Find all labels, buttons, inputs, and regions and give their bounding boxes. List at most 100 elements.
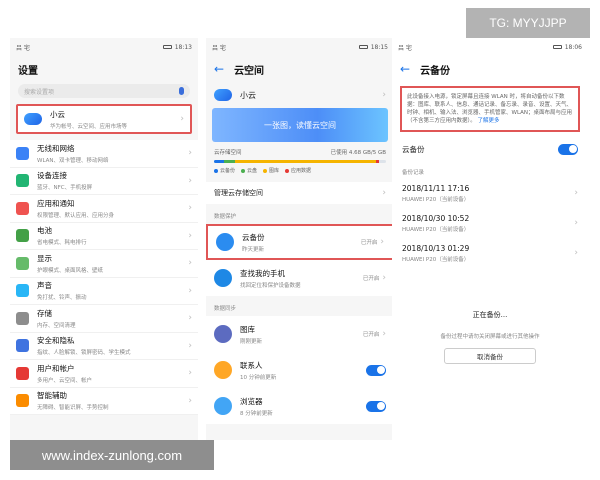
records-label: 备份记录 (402, 170, 425, 176)
settings-item-subtitle: WLAN、双卡管理、移动网络 (37, 157, 109, 164)
service-subtitle: 找回定位和保护设备数据 (240, 282, 301, 289)
settings-item[interactable]: 智能辅助 无障碍、智能识屏、手势控制 › (10, 388, 198, 415)
back-arrow-icon[interactable]: ← (214, 62, 224, 76)
record-date: 2018/11/11 17:16 (402, 183, 470, 193)
legend-item: 应用数据 (285, 167, 311, 174)
service-row[interactable]: 云备份昨天更新 已开启 › (206, 224, 394, 260)
service-title: 云备份 (242, 232, 265, 242)
settings-item-icon (16, 256, 29, 270)
settings-item-title: 应用和通知 (37, 198, 75, 208)
settings-item-subtitle: 护眼模式、桌面风格、壁纸 (37, 267, 104, 274)
record-device: HUAWEI P20（当前设备） (402, 226, 470, 233)
chevron-right-icon: › (188, 340, 192, 351)
legend-label: 图库 (269, 168, 280, 174)
backup-toggle[interactable] (558, 143, 578, 155)
page-title: 云备份 (420, 65, 451, 77)
page-header: ← 云备份 (392, 56, 588, 82)
settings-item-title: 设备连接 (37, 171, 67, 181)
cloud-icon (214, 89, 232, 101)
settings-item-title: 声音 (37, 281, 52, 291)
chevron-right-icon: › (188, 313, 192, 324)
service-row[interactable]: 浏览器 8 分钟前更新 (206, 388, 394, 424)
service-subtitle: 昨天更新 (242, 246, 265, 253)
settings-item[interactable]: 显示 护眼模式、桌面风格、壁纸 › (10, 250, 198, 278)
cloud-row-title: 小云 (50, 109, 65, 119)
storage-usage: 云存储空间 已使用 4.68 GB/5 GB 云备份 云盘 图库 应用数据 (206, 142, 394, 178)
mic-icon[interactable] (179, 87, 184, 95)
settings-item-title: 存储 (37, 308, 52, 318)
settings-item-icon (16, 201, 29, 215)
chevron-right-icon: › (188, 258, 192, 269)
sync-toggle[interactable] (366, 364, 386, 376)
chevron-right-icon: › (188, 203, 192, 214)
settings-item-subtitle: 权限管理、默认应用、应用分身 (37, 212, 115, 219)
settings-item-subtitle: 无障碍、智能识屏、手势控制 (37, 405, 109, 412)
chevron-right-icon: › (188, 230, 192, 241)
search-placeholder: 搜索设置项 (24, 88, 55, 96)
section-data-protection: 数据保护 (214, 214, 237, 220)
battery-icon (162, 45, 172, 49)
legend-label: 应用数据 (291, 168, 312, 174)
storage-segment (224, 160, 235, 163)
status-bar: 吕 宅 18:15 (206, 38, 394, 56)
storage-label: 云存储空间 (214, 150, 242, 156)
settings-item[interactable]: 电池 省电模式、耗电排行 › (10, 223, 198, 250)
settings-item-subtitle: 指纹、人脸解锁、锁屏密码、学生模式 (37, 350, 131, 357)
legend-label: 云盘 (247, 168, 258, 174)
page-title: 云空间 (234, 65, 265, 77)
cloud-icon (24, 113, 42, 125)
back-arrow-icon[interactable]: ← (400, 62, 410, 76)
settings-item[interactable]: 存储 内存、空间清理 › (10, 305, 198, 333)
account-row[interactable]: 小云 › (206, 82, 394, 108)
search-input[interactable]: 搜索设置项 (18, 84, 190, 98)
sync-list: 图库 刚刚更新 已开启 › 联系人 10 分钟前更新 浏览器 8 分钟前更新 (206, 316, 394, 424)
storage-bar (214, 160, 386, 163)
settings-item-title: 用户和帐户 (37, 363, 75, 373)
backup-record[interactable]: 2018/11/11 17:16 HUAWEI P20（当前设备） › (392, 178, 588, 208)
chevron-right-icon: › (574, 218, 578, 228)
sync-toggle[interactable] (366, 400, 386, 412)
backup-records-list: 2018/11/11 17:16 HUAWEI P20（当前设备） › 2018/10… (392, 178, 588, 268)
settings-item-icon (16, 366, 29, 380)
settings-item-icon (16, 229, 29, 243)
settings-item[interactable]: 安全和隐私 指纹、人脸解锁、锁屏密码、学生模式 › (10, 333, 198, 360)
learn-more-link[interactable]: 了解更多 (478, 118, 500, 124)
settings-item[interactable]: 声音 免打扰、铃声、振动 › (10, 278, 198, 305)
chevron-right-icon: › (382, 90, 386, 100)
protect-list: 云备份昨天更新 已开启 › 查找我的手机 找回定位和保护设备数据 已开启 › (206, 224, 394, 296)
service-status: 已开启 › (361, 237, 384, 247)
chevron-right-icon: › (574, 188, 578, 198)
service-icon (216, 233, 234, 251)
settings-item[interactable]: 应用和通知权限管理、默认应用、应用分身 › (10, 195, 198, 223)
settings-item-subtitle: 多用户、云空间、帐户 (37, 377, 93, 384)
settings-item-icon (16, 146, 29, 160)
manage-storage-label: 管理云存储空间 (214, 189, 263, 197)
chevron-right-icon: › (380, 237, 384, 247)
backup-note: 备份过程中请勿关闭屏幕或进行其他操作 (440, 334, 540, 340)
backup-record[interactable]: 2018/10/30 10:52 HUAWEI P20（当前设备） › (392, 208, 588, 238)
backup-record[interactable]: 2018/10/13 01:29 HUAWEI P20（当前设备） › (392, 238, 588, 268)
chevron-right-icon: › (188, 395, 192, 406)
service-row[interactable]: 查找我的手机 找回定位和保护设备数据 已开启 › (206, 260, 394, 296)
settings-item[interactable]: 无线和网络 WLAN、双卡管理、移动网络 › (10, 140, 198, 168)
settings-item-icon (16, 339, 29, 353)
cloud-account-row[interactable]: 小云 华为帐号、云空间、应用市场等 › (16, 104, 192, 134)
manage-storage-row[interactable]: 管理云存储空间 › (206, 182, 394, 204)
service-icon (214, 397, 232, 415)
service-row[interactable]: 图库 刚刚更新 已开启 › (206, 316, 394, 352)
chevron-right-icon: › (382, 188, 386, 198)
settings-item-subtitle: 省电模式、耗电排行 (37, 240, 87, 247)
clock: 18:13 (174, 43, 192, 51)
legend-dot (285, 168, 290, 173)
service-row[interactable]: 联系人 10 分钟前更新 (206, 352, 394, 388)
settings-item-icon (16, 311, 29, 325)
account-name: 小云 (240, 90, 256, 100)
settings-item[interactable]: 用户和帐户 多用户、云空间、帐户 › (10, 360, 198, 388)
record-date: 2018/10/13 01:29 (402, 243, 470, 253)
battery-icon (358, 45, 368, 49)
settings-item[interactable]: 设备连接 蓝牙、NFC、手机投屏 › (10, 168, 198, 195)
record-date: 2018/10/30 10:52 (402, 213, 470, 223)
cancel-backup-button[interactable]: 取消备份 (444, 348, 536, 364)
battery-icon (552, 45, 562, 49)
promo-banner[interactable]: 一张图，读懂云空间 (212, 108, 388, 142)
